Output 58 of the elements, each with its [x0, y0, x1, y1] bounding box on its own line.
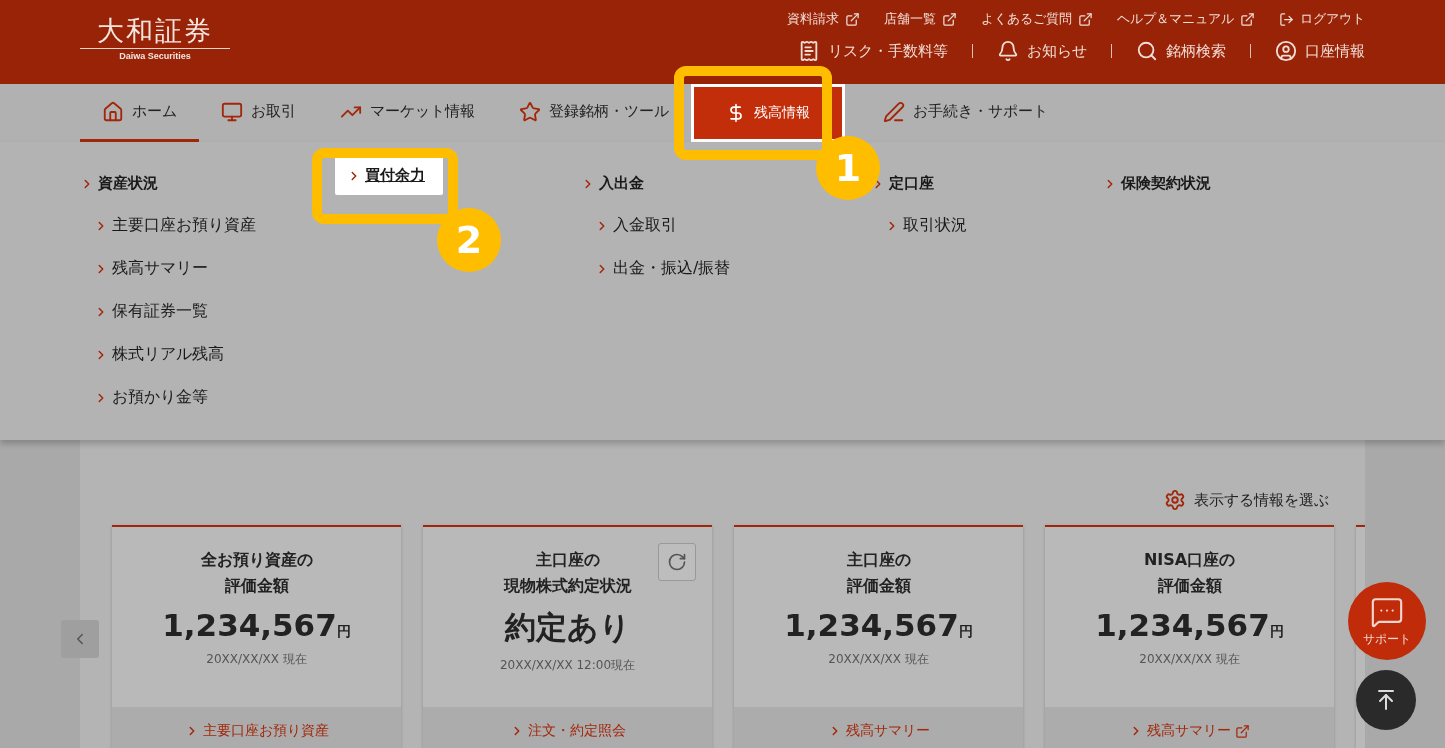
- header-link[interactable]: ヘルプ＆マニュアル: [1117, 10, 1255, 28]
- card-date: 20XX/XX/XX 12:00現在: [499, 657, 636, 674]
- card-value: 約定あり: [504, 608, 631, 647]
- logo[interactable]: 大和証券: [80, 14, 230, 49]
- menu-heading[interactable]: 買付余力: [335, 156, 443, 195]
- card-date: 20XX/XX/XX 現在: [206, 651, 307, 668]
- header-link[interactable]: よくあるご質問: [981, 10, 1093, 28]
- utility-link[interactable]: 銘柄検索: [1136, 40, 1226, 62]
- nav-tab[interactable]: マーケット情報: [318, 84, 497, 142]
- logo-subtitle: Daiwa Securities: [119, 51, 191, 61]
- card-value: 1,234,567 円: [784, 607, 973, 643]
- external-link-icon: [845, 11, 860, 27]
- menu-heading[interactable]: 資産状況: [80, 174, 158, 193]
- refresh-icon: [667, 552, 687, 572]
- logout-icon: [1279, 11, 1294, 27]
- utility-link[interactable]: お知らせ: [997, 40, 1087, 62]
- settings-icon: [1164, 489, 1186, 511]
- card-value: 1,234,567 円: [1095, 607, 1284, 643]
- utility-link[interactable]: リスク・手数料等: [798, 40, 948, 62]
- card-title: 主口座の 現物株式約定状況: [503, 549, 632, 597]
- menu-item[interactable]: 主要口座お預り資産: [94, 215, 256, 236]
- search-icon: [1136, 40, 1158, 62]
- menu-heading[interactable]: 入出金: [581, 174, 644, 193]
- utility-link[interactable]: 口座情報: [1275, 40, 1365, 62]
- refresh-button[interactable]: [658, 543, 696, 581]
- settings-link[interactable]: 表示する情報を選ぶ: [1164, 489, 1329, 511]
- external-link-icon: [1240, 11, 1255, 27]
- card-title: 主口座の 評価金額: [846, 549, 911, 597]
- menu-item[interactable]: 残高サマリー: [94, 258, 208, 279]
- menu-item[interactable]: 入金取引: [595, 215, 677, 236]
- monitor-icon: [221, 100, 243, 123]
- header-link[interactable]: 資料請求: [787, 10, 860, 28]
- document-icon: [798, 40, 820, 62]
- pen-icon: [883, 100, 905, 123]
- back-to-top-button[interactable]: [1356, 670, 1416, 730]
- external-link-icon: [1078, 11, 1093, 27]
- card-title: NISA口座の 評価金額: [1143, 549, 1236, 597]
- nav-tab[interactable]: 登録銘柄・ツール: [497, 84, 691, 142]
- nav-tab[interactable]: 残高情報: [691, 84, 845, 142]
- star-icon: [519, 100, 541, 123]
- menu-item[interactable]: お預かり金等: [94, 387, 208, 408]
- menu-item[interactable]: 取引状況: [885, 215, 967, 236]
- card-title: 全お預り資産の 評価金額: [200, 549, 313, 597]
- bell-icon: [997, 40, 1019, 62]
- nav-tab[interactable]: お取引: [199, 84, 318, 142]
- external-link-icon: [942, 11, 957, 27]
- header-link[interactable]: 店舗一覧: [884, 10, 957, 28]
- card-date: 20XX/XX/XX 現在: [828, 651, 929, 668]
- menu-item[interactable]: 保有証券一覧: [94, 301, 208, 322]
- menu-item[interactable]: 株式リアル残高: [94, 344, 224, 365]
- support-button[interactable]: サポート: [1348, 582, 1426, 660]
- menu-item[interactable]: 出金・振込/振替: [595, 258, 731, 279]
- menu-heading[interactable]: 保険契約状況: [1103, 174, 1211, 193]
- card-date: 20XX/XX/XX 現在: [1139, 651, 1240, 668]
- user-icon: [1275, 40, 1297, 62]
- home-icon: [102, 100, 124, 123]
- logout-link[interactable]: ログアウト: [1279, 10, 1365, 28]
- card-value: 1,234,567 円: [162, 607, 351, 643]
